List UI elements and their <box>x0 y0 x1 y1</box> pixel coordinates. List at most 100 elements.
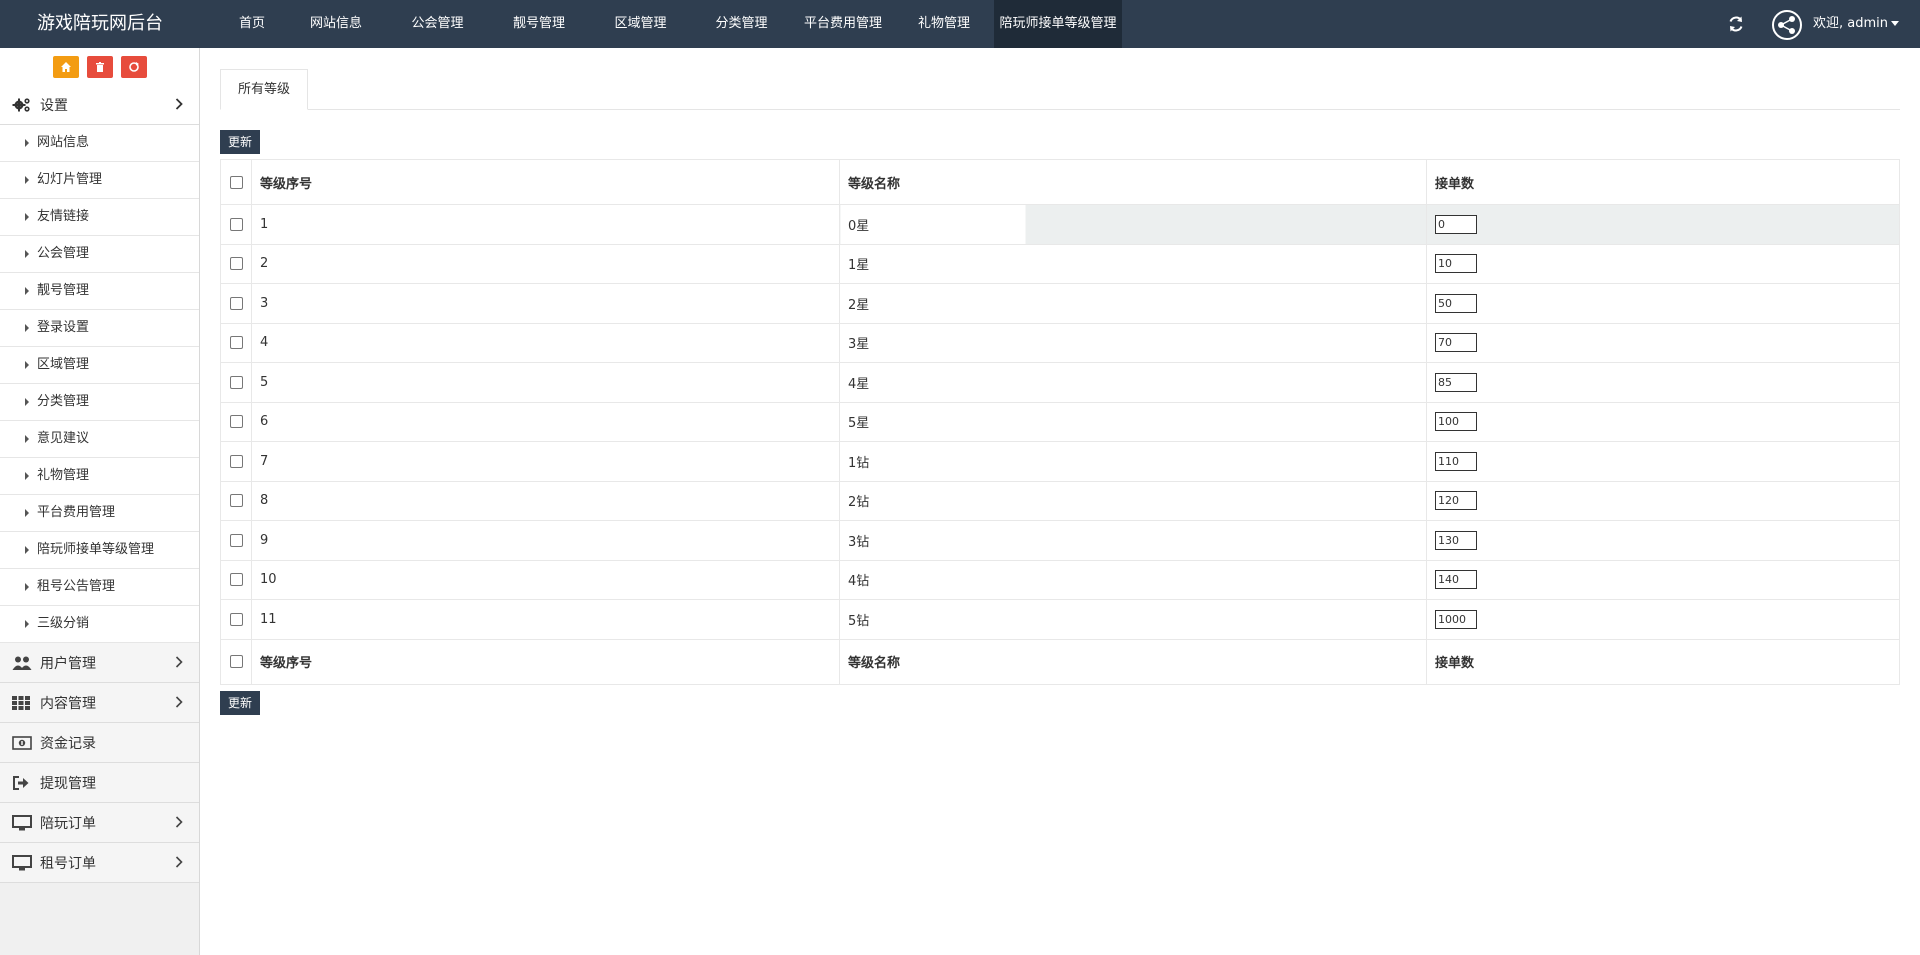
caret-right-icon <box>25 213 29 221</box>
orders-input[interactable] <box>1435 451 1477 471</box>
row-checkbox[interactable] <box>230 612 243 626</box>
orders-input[interactable] <box>1435 609 1477 629</box>
column-footer-index: 等级序号 <box>251 638 840 685</box>
row-checkbox[interactable] <box>230 573 243 587</box>
sidebar-group[interactable]: 资金记录 <box>0 723 199 763</box>
table-row: 3 2星 <box>220 283 1900 324</box>
row-checkbox[interactable] <box>230 257 243 271</box>
nav-item[interactable]: 靓号管理 <box>488 0 590 48</box>
orders-input[interactable] <box>1435 491 1477 511</box>
chevron-right-icon <box>175 816 183 828</box>
table-footer-row: 等级序号 等级名称 接单数 <box>220 638 1900 685</box>
sidebar-group[interactable]: 提现管理 <box>0 763 199 803</box>
orders-input[interactable] <box>1435 293 1477 313</box>
level-name: 2钻 <box>839 480 1427 521</box>
brand-title[interactable]: 游戏陪玩网后台 <box>0 0 200 48</box>
orders-input[interactable] <box>1435 530 1477 550</box>
sidebar-subitem-label: 幻灯片管理 <box>37 172 103 187</box>
table-row: 4 3星 <box>220 322 1900 363</box>
recycle-button[interactable] <box>120 55 147 78</box>
nav-item[interactable]: 公会管理 <box>387 0 488 48</box>
row-checkbox[interactable] <box>230 454 243 468</box>
refresh-icon[interactable] <box>1725 13 1747 35</box>
level-name: 0星 <box>839 204 1427 245</box>
sidebar-group-label: 陪玩订单 <box>40 815 96 832</box>
level-index: 7 <box>251 441 840 482</box>
chevron-right-icon <box>175 656 183 668</box>
caret-right-icon <box>25 398 29 406</box>
column-footer-orders: 接单数 <box>1426 638 1900 685</box>
select-all-checkbox-footer[interactable] <box>230 655 243 668</box>
nav-item[interactable]: 陪玩师接单等级管理 <box>994 0 1122 48</box>
sidebar-group-label: 内容管理 <box>40 695 96 712</box>
nav-item[interactable]: 平台费用管理 <box>792 0 894 48</box>
table-row: 1 0星 <box>220 204 1900 245</box>
sidebar-subitem[interactable]: 平台费用管理 <box>0 495 199 532</box>
sidebar-subitem[interactable]: 意见建议 <box>0 421 199 458</box>
sidebar-subitem-label: 陪玩师接单等级管理 <box>37 542 155 557</box>
sidebar-group[interactable]: 用户管理 <box>0 643 199 683</box>
sidebar-subitem[interactable]: 网站信息 <box>0 125 199 162</box>
level-index: 8 <box>251 480 840 521</box>
user-menu[interactable]: 欢迎, admin <box>1813 0 1899 48</box>
level-name: 5星 <box>839 401 1427 442</box>
orders-input[interactable] <box>1435 412 1477 432</box>
level-name: 4钻 <box>839 559 1427 600</box>
sidebar-subitem[interactable]: 陪玩师接单等级管理 <box>0 532 199 569</box>
orders-input[interactable] <box>1435 333 1477 353</box>
user-avatar[interactable] <box>1772 10 1802 40</box>
sidebar-subitem[interactable]: 靓号管理 <box>0 273 199 310</box>
sidebar-subitem[interactable]: 礼物管理 <box>0 458 199 495</box>
nav-item[interactable]: 分类管理 <box>691 0 792 48</box>
row-checkbox[interactable] <box>230 296 243 310</box>
row-checkbox[interactable] <box>230 415 243 429</box>
column-header-name: 等级名称 <box>839 159 1427 205</box>
sidebar-group[interactable]: 内容管理 <box>0 683 199 723</box>
sidebar-subitem[interactable]: 分类管理 <box>0 384 199 421</box>
nav-item[interactable]: 首页 <box>219 0 285 48</box>
chevron-right-icon <box>175 98 183 110</box>
level-index: 2 <box>251 243 840 284</box>
sidebar-group-label: 用户管理 <box>40 655 96 672</box>
sidebar-shortcuts <box>0 48 199 85</box>
row-checkbox[interactable] <box>230 336 243 350</box>
tab-all-levels[interactable]: 所有等级 <box>220 69 308 110</box>
nav-item[interactable]: 区域管理 <box>590 0 691 48</box>
orders-input[interactable] <box>1435 254 1477 274</box>
select-all-checkbox[interactable] <box>230 175 243 189</box>
sidebar-subitem[interactable]: 登录设置 <box>0 310 199 347</box>
column-header-index: 等级序号 <box>251 159 840 205</box>
orders-input[interactable] <box>1435 372 1477 392</box>
orders-input[interactable] <box>1435 570 1477 590</box>
level-name: 4星 <box>839 362 1427 403</box>
table-row: 8 2钻 <box>220 480 1900 521</box>
sidebar-subitem[interactable]: 区域管理 <box>0 347 199 384</box>
row-checkbox[interactable] <box>230 494 243 508</box>
sidebar-group[interactable]: 租号订单 <box>0 843 199 883</box>
clear-cache-button[interactable] <box>86 55 113 78</box>
column-header-orders: 接单数 <box>1426 159 1900 205</box>
nav-item[interactable]: 礼物管理 <box>894 0 994 48</box>
sidebar-subitem[interactable]: 公会管理 <box>0 236 199 273</box>
sidebar-group[interactable]: 陪玩订单 <box>0 803 199 843</box>
sidebar-subitem[interactable]: 友情链接 <box>0 199 199 236</box>
table-row: 6 5星 <box>220 401 1900 442</box>
sidebar-subitem[interactable]: 租号公告管理 <box>0 569 199 606</box>
sidebar-subitem[interactable]: 幻灯片管理 <box>0 162 199 199</box>
sidebar-subitem[interactable]: 三级分销 <box>0 606 199 643</box>
sidebar-group-settings[interactable]: 设置 <box>0 85 199 125</box>
row-checkbox[interactable] <box>230 375 243 389</box>
caret-right-icon <box>25 509 29 517</box>
caret-right-icon <box>25 250 29 258</box>
welcome-text: 欢迎, admin <box>1813 16 1888 31</box>
sidebar-subitem-label: 友情链接 <box>37 209 90 224</box>
nav-item[interactable]: 网站信息 <box>285 0 387 48</box>
row-checkbox[interactable] <box>230 533 243 547</box>
update-button-top[interactable]: 更新 <box>220 130 261 154</box>
home-button[interactable] <box>52 55 79 78</box>
caret-right-icon <box>25 176 29 184</box>
orders-input[interactable] <box>1435 214 1477 234</box>
update-button-bottom[interactable]: 更新 <box>220 691 261 715</box>
row-checkbox[interactable] <box>230 217 243 231</box>
sidebar-group-label: 设置 <box>40 97 68 114</box>
